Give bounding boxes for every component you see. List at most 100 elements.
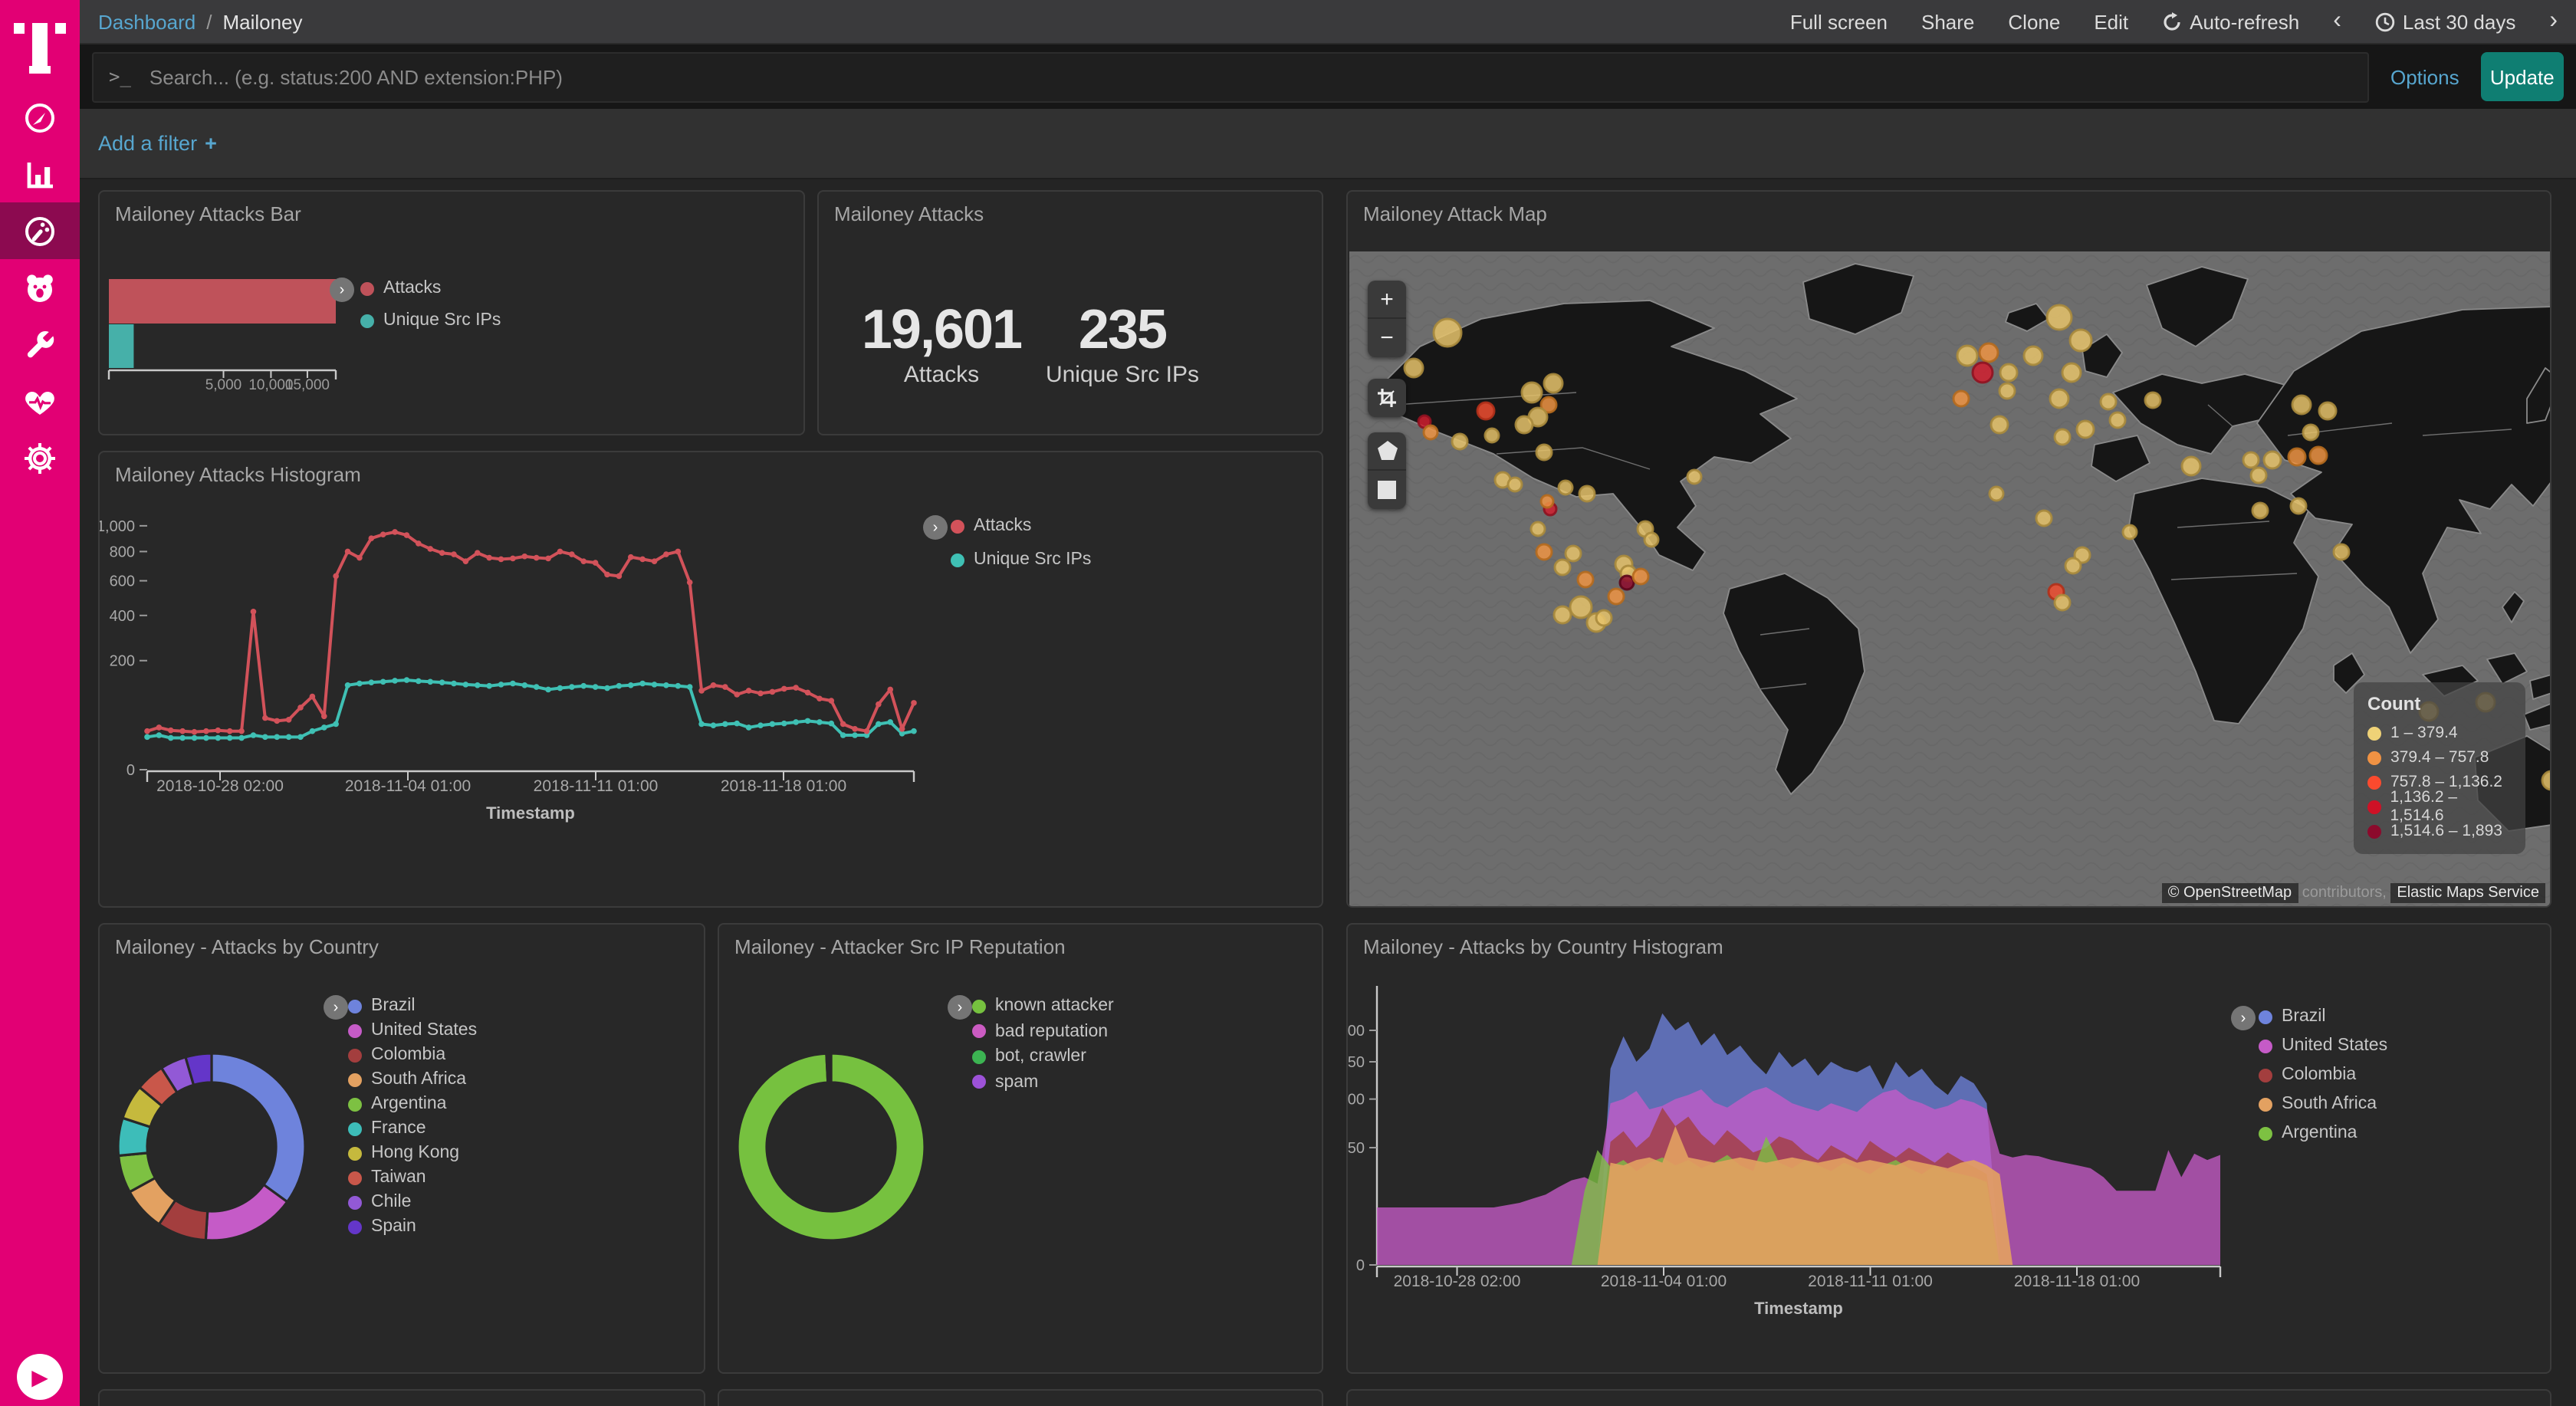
panel-title: Mailoney - Attacks by Country Histogram: [1363, 935, 1723, 958]
next-row-panel-stub: [718, 1389, 1323, 1406]
legend-item-attacks[interactable]: Attacks: [951, 517, 1031, 535]
topbar: Dashboard / Mailoney Full screen Share Clo…: [80, 0, 2576, 44]
auto-refresh-button[interactable]: Auto-refresh: [2162, 10, 2299, 33]
update-button[interactable]: Update: [2481, 52, 2564, 101]
legend-color-dot: [348, 999, 362, 1013]
panel-title: Mailoney Attacks Histogram: [115, 463, 361, 486]
search-input-field[interactable]: [146, 64, 2352, 90]
line-chart: 02004006008001,0002018-10-28 02:002018-1…: [100, 452, 1322, 908]
map-zoom-control: +−: [1368, 281, 1406, 357]
topnav-edit[interactable]: Edit: [2094, 10, 2128, 33]
legend-item-argentina[interactable]: Argentina: [348, 1095, 446, 1113]
sidebar-item-settings[interactable]: [0, 429, 80, 486]
legend-item-taiwan[interactable]: Taiwan: [348, 1168, 426, 1187]
topnav-share[interactable]: Share: [1921, 10, 1974, 33]
legend-expand-chevron[interactable]: ›: [2231, 1006, 2256, 1030]
sidebar-item-discover[interactable]: [0, 89, 80, 146]
map-count-legend: Count1 – 379.4379.4 – 757.8757.8 – 1,136…: [2354, 682, 2525, 854]
legend-item-unique-src-ips[interactable]: Unique Src IPs: [951, 550, 1091, 569]
legend-item-bot-crawler[interactable]: bot, crawler: [972, 1047, 1086, 1066]
zoom-out-button[interactable]: −: [1368, 319, 1406, 357]
legend-expand-chevron[interactable]: ›: [330, 278, 354, 302]
options-link[interactable]: Options: [2390, 65, 2459, 88]
legend-item-colombia[interactable]: Colombia: [2259, 1066, 2356, 1084]
draw-rectangle-icon[interactable]: [1368, 471, 1406, 509]
legend-item-united-states[interactable]: United States: [348, 1021, 477, 1040]
legend-item-attacks[interactable]: Attacks: [360, 279, 441, 297]
legend-color-dot: [972, 999, 986, 1013]
sidebar-item-honeypot[interactable]: [0, 259, 80, 316]
sidebar-item-dashboard[interactable]: [0, 202, 80, 259]
legend-color-dot: [2259, 1126, 2272, 1140]
legend-color-dot: [348, 1195, 362, 1209]
legend-expand-chevron[interactable]: ›: [324, 995, 348, 1020]
donut-chart[interactable]: [719, 925, 1323, 1374]
legend-item-united-states[interactable]: United States: [2259, 1036, 2387, 1055]
legend-item-colombia[interactable]: Colombia: [348, 1046, 445, 1064]
svg-text:100: 100: [1348, 1092, 1365, 1109]
panel-attacks-histogram: Mailoney Attacks Histogram 0200400600800…: [98, 451, 1323, 908]
compass-icon: [23, 100, 57, 134]
legend-expand-chevron[interactable]: ›: [948, 995, 972, 1020]
zoom-in-button[interactable]: +: [1368, 281, 1406, 319]
legend-item-spain[interactable]: Spain: [348, 1217, 416, 1236]
legend-item-south-africa[interactable]: South Africa: [2259, 1095, 2377, 1113]
svg-text:Timestamp: Timestamp: [486, 803, 575, 823]
map-draw-control: [1368, 432, 1406, 509]
next-row-panel-stub: [1346, 1389, 2551, 1406]
gear-icon: [23, 441, 57, 475]
draw-polygon-icon[interactable]: [1368, 432, 1406, 471]
legend-color-dot: [360, 314, 374, 327]
topnav-clone[interactable]: Clone: [2008, 10, 2060, 33]
topbar-actions: Full screen Share Clone Edit Auto-refresh ‹ La…: [1790, 8, 2558, 35]
legend-item-hong-kong[interactable]: Hong Kong: [348, 1144, 459, 1162]
panel-title: Mailoney - Attacks by Country: [115, 935, 379, 958]
legend-item-unique-src-ips[interactable]: Unique Src IPs: [360, 311, 501, 330]
svg-text:2018-10-28 02:00: 2018-10-28 02:00: [1394, 1273, 1521, 1290]
legend-item-chile[interactable]: Chile: [348, 1193, 411, 1211]
area-chart: 0501001502002018-10-28 02:002018-11-04 0…: [1348, 925, 2550, 1374]
svg-text:2018-11-18 01:00: 2018-11-18 01:00: [2014, 1273, 2140, 1290]
add-filter-link[interactable]: Add a filter+: [98, 132, 217, 155]
legend-item-bad-reputation[interactable]: bad reputation: [972, 1022, 1108, 1040]
time-back-chevron[interactable]: ‹: [2333, 8, 2341, 35]
sidebar-item-tools[interactable]: [0, 316, 80, 373]
panel-attacks-metric: Mailoney Attacks 19,601Attacks235Unique …: [817, 190, 1323, 435]
legend-item-known-attacker[interactable]: known attacker: [972, 997, 1114, 1015]
svg-text:2018-11-18 01:00: 2018-11-18 01:00: [721, 777, 846, 795]
bar-chart-icon: [23, 157, 57, 191]
breadcrumb-dashboard-link[interactable]: Dashboard: [98, 10, 196, 33]
time-range-picker[interactable]: Last 30 days: [2375, 10, 2515, 33]
legend-item-france[interactable]: France: [348, 1119, 426, 1138]
legend-expand-chevron[interactable]: ›: [923, 515, 948, 540]
svg-text:2018-11-11 01:00: 2018-11-11 01:00: [1808, 1273, 1933, 1290]
legend-color-dot: [348, 1220, 362, 1234]
breadcrumb-current: Mailoney: [222, 10, 302, 33]
legend-item-brazil[interactable]: Brazil: [348, 997, 416, 1015]
play-icon[interactable]: ▶: [17, 1354, 63, 1400]
t-mobile-logo[interactable]: [0, 0, 80, 89]
sidebar-item-health[interactable]: [0, 373, 80, 429]
svg-text:150: 150: [1348, 1054, 1365, 1071]
bear-icon: [23, 271, 57, 304]
map-attribution: © OpenStreetMap contributors, Elastic Ma…: [2162, 885, 2545, 902]
legend-color-dot: [972, 1050, 986, 1063]
svg-text:400: 400: [110, 608, 135, 625]
legend-item-brazil[interactable]: Brazil: [2259, 1007, 2326, 1026]
heart-pulse-icon: [23, 384, 57, 418]
svg-text:1,000: 1,000: [100, 518, 135, 535]
fit-bounds-icon[interactable]: [1368, 379, 1406, 417]
legend-color-dot: [2259, 1010, 2272, 1023]
world-map[interactable]: +− Count1 – 379.4379.4 – 757.8757.8 – 1,1…: [1349, 251, 2551, 908]
topnav-full-screen[interactable]: Full screen: [1790, 10, 1888, 33]
legend-item-spam[interactable]: spam: [972, 1073, 1038, 1091]
sidebar-item-visualize[interactable]: [0, 146, 80, 202]
search-input[interactable]: >_: [92, 51, 2369, 102]
next-row-panel-stub: [98, 1389, 705, 1406]
legend-color-dot: [348, 1023, 362, 1037]
breadcrumb-separator: /: [206, 10, 212, 33]
legend-item-argentina[interactable]: Argentina: [2259, 1124, 2357, 1142]
legend-item-south-africa[interactable]: South Africa: [348, 1070, 466, 1089]
legend-color-dot: [951, 553, 964, 567]
time-forward-chevron[interactable]: ›: [2549, 8, 2558, 35]
